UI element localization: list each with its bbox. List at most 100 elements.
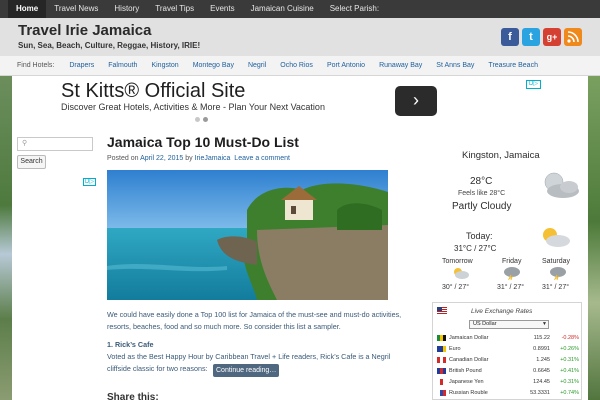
ad-choices-icon[interactable]: D▷ — [83, 178, 96, 186]
meta-by: by — [185, 155, 193, 162]
ad-subtitle[interactable]: Discover Great Hotels, Activities & More… — [61, 102, 325, 112]
us-flag-icon — [437, 307, 447, 314]
meta-posted-on: Posted on — [107, 155, 139, 162]
currency-flag-icon — [437, 368, 446, 374]
site-header: Travel Irie Jamaica Sun, Sea, Beach, Cul… — [0, 18, 600, 56]
currency-name: Japanese Yen — [449, 379, 484, 385]
nav-item-travel-news[interactable]: Travel News — [46, 0, 106, 18]
post-date-link[interactable]: April 22, 2015 — [140, 155, 183, 162]
top-navigation: Home Travel News History Travel Tips Eve… — [0, 0, 600, 18]
social-links: f t g+ — [501, 28, 582, 46]
article-intro: We could have easily done a Top 100 list… — [107, 310, 402, 331]
nav-item-history[interactable]: History — [106, 0, 147, 18]
parish-link[interactable]: Port Antonio — [320, 62, 372, 69]
exchange-row: Euro 0.8991 +0.26% — [435, 344, 581, 355]
currency-flag-icon — [437, 390, 446, 396]
currency-rate: 115.22 — [533, 335, 550, 341]
search-input[interactable]: ⚲ — [17, 137, 93, 151]
exchange-row: Jamaican Dollar 115.22 -0.28% — [435, 333, 581, 344]
forecast-day: Tomorrow — [442, 258, 473, 265]
find-hotels-bar: Find Hotels: Drapers Falmouth Kingston M… — [0, 56, 600, 76]
section-heading: 1. Rick’s Cafe — [107, 340, 154, 349]
nav-item-home[interactable]: Home — [8, 0, 47, 18]
currency-name: Russian Rouble — [449, 390, 488, 396]
weather-widget: Kingston, Jamaica 28°C Feels like 28°C P… — [432, 138, 586, 298]
carousel-dot[interactable] — [203, 117, 208, 122]
forecast-temps: 31° / 27° — [497, 284, 525, 291]
partly-cloudy-icon — [454, 268, 469, 279]
site-title[interactable]: Travel Irie Jamaica — [18, 22, 151, 39]
nav-item-events[interactable]: Events — [202, 0, 242, 18]
carousel-dot[interactable] — [195, 117, 200, 122]
currency-change: +0.41% — [560, 368, 579, 374]
weather-condition: Partly Cloudy — [452, 201, 512, 212]
today-label: Today: — [466, 231, 493, 241]
facebook-icon[interactable]: f — [501, 28, 519, 46]
exchange-row: Japanese Yen 124.45 +0.31% — [435, 377, 581, 388]
currency-change: -0.28% — [561, 335, 579, 341]
site-tagline: Sun, Sea, Beach, Culture, Reggae, Histor… — [18, 41, 201, 50]
weather-feels-like: Feels like 28°C — [458, 190, 506, 197]
author-link[interactable]: IrieJamaica — [195, 155, 231, 162]
forecast-temps: 31° / 27° — [542, 284, 570, 291]
currency-change: +0.26% — [560, 346, 579, 352]
nav-item-travel-tips[interactable]: Travel Tips — [147, 0, 202, 18]
currency-flag-icon — [437, 357, 446, 363]
twitter-icon[interactable]: t — [522, 28, 540, 46]
thunderstorm-icon — [504, 267, 520, 280]
google-plus-icon[interactable]: g+ — [543, 28, 561, 46]
parish-link[interactable]: Falmouth — [101, 62, 144, 69]
parish-link[interactable]: Kingston — [144, 62, 185, 69]
currency-name: Jamaican Dollar — [449, 335, 489, 341]
parish-link[interactable]: Treasure Beach — [481, 62, 545, 69]
currency-flag-icon — [437, 335, 446, 341]
ad-carousel-dots — [195, 117, 208, 122]
currency-rate: 124.45 — [533, 379, 550, 385]
continue-reading-button[interactable]: Continue reading… — [213, 364, 280, 377]
currency-name: British Pound — [449, 368, 482, 374]
background-image-left — [0, 76, 12, 400]
ad-next-button[interactable]: › — [395, 86, 437, 116]
currency-change: +0.74% — [560, 390, 579, 396]
forecast-day: Friday — [502, 258, 522, 265]
article-meta: Posted on April 22, 2015 by IrieJamaica … — [107, 155, 290, 162]
rss-icon[interactable] — [564, 28, 582, 46]
parish-link[interactable]: St Anns Bay — [429, 62, 481, 69]
currency-change: +0.31% — [560, 379, 579, 385]
weather-city: Kingston, Jamaica — [462, 150, 540, 161]
currency-name: Euro — [449, 346, 461, 352]
currency-rate: 53.3331 — [530, 390, 550, 396]
ad-banner[interactable]: St Kitts® Official Site Discover Great H… — [12, 76, 588, 126]
article-title[interactable]: Jamaica Top 10 Must-Do List — [107, 134, 299, 150]
forecast-temps: 30° / 27° — [442, 284, 470, 291]
leave-comment-link[interactable]: Leave a comment — [234, 155, 290, 162]
parish-link[interactable]: Ocho Rios — [273, 62, 320, 69]
find-hotels-label: Find Hotels: — [17, 62, 55, 69]
exchange-row: British Pound 0.6645 +0.41% — [435, 366, 581, 377]
article-image[interactable] — [107, 170, 388, 300]
exchange-title: Live Exchange Rates — [471, 308, 533, 315]
exchange-row: Russian Rouble 53.3331 +0.74% — [435, 388, 581, 399]
today-temps: 31°C / 27°C — [454, 244, 497, 253]
exchange-rates-widget: Live Exchange Rates US Dollar Jamaican D… — [432, 302, 582, 400]
thunderstorm-icon — [550, 267, 566, 280]
ad-choices-icon[interactable]: D▷ — [526, 80, 541, 89]
forecast-day: Saturday — [542, 258, 571, 265]
background-image-right — [588, 76, 600, 400]
ad-title[interactable]: St Kitts® Official Site — [61, 80, 245, 103]
currency-name: Canadian Dollar — [449, 357, 489, 363]
search-button[interactable]: Search — [17, 155, 46, 169]
moon-cloud-icon — [544, 172, 579, 198]
weather-temp: 28°C — [470, 176, 493, 187]
currency-select[interactable]: US Dollar — [469, 320, 549, 329]
share-heading: Share this: — [107, 392, 159, 400]
nav-item-select-parish[interactable]: Select Parish: — [322, 0, 387, 18]
currency-rate: 1.245 — [536, 357, 550, 363]
parish-link[interactable]: Runaway Bay — [372, 62, 429, 69]
parish-link[interactable]: Negril — [241, 62, 273, 69]
currency-change: +0.31% — [560, 357, 579, 363]
parish-link[interactable]: Drapers — [62, 62, 101, 69]
parish-link[interactable]: Montego Bay — [186, 62, 241, 69]
sun-cloud-icon — [543, 228, 570, 247]
nav-item-jamaican-cuisine[interactable]: Jamaican Cuisine — [243, 0, 322, 18]
